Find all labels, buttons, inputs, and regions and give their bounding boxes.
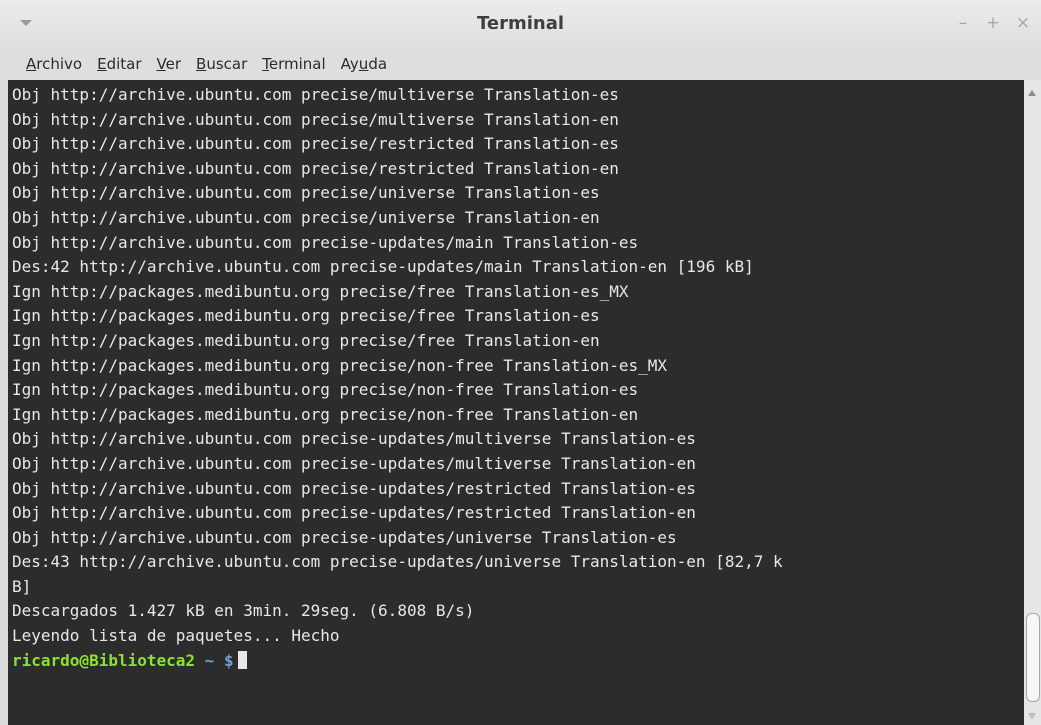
terminal-line: Obj http://archive.ubuntu.com precise-up… [12, 503, 696, 523]
text-cursor [237, 650, 247, 669]
menu-buscar[interactable]: Buscar [196, 55, 247, 73]
scroll-down-arrow-icon[interactable] [1028, 713, 1036, 719]
terminal-line: Obj http://archive.ubuntu.com precise-up… [12, 232, 639, 252]
terminal-line: Obj http://archive.ubuntu.com precise-up… [12, 527, 677, 547]
terminal-line: Ign http://packages.medibuntu.org precis… [12, 380, 639, 400]
window-title: Terminal [476, 13, 565, 34]
menu-terminal[interactable]: Terminal [262, 55, 325, 73]
terminal-output[interactable]: Obj http://archive.ubuntu.com precise/mu… [8, 80, 1024, 725]
title-bar[interactable]: Terminal – + × [0, 0, 1041, 50]
terminal-line: Des:43 http://archive.ubuntu.com precise… [12, 552, 783, 572]
terminal-lines: Obj http://archive.ubuntu.com precise/mu… [8, 80, 1024, 673]
menu-bar: Archivo Editar Ver Buscar Terminal Ayuda [0, 50, 1041, 78]
menu-ayuda[interactable]: Ayuda [341, 55, 387, 73]
terminal-line: Ign http://packages.medibuntu.org precis… [12, 281, 629, 301]
terminal-line: Obj http://archive.ubuntu.com precise/re… [12, 134, 619, 154]
prompt-user-host: ricardo@Biblioteca2 [12, 650, 196, 670]
scrollbar-thumb[interactable] [1026, 613, 1040, 702]
terminal-line: Obj http://archive.ubuntu.com precise/re… [12, 158, 619, 178]
terminal-line: Leyendo lista de paquetes... Hecho [12, 626, 340, 646]
terminal-line: Obj http://archive.ubuntu.com precise-up… [12, 453, 696, 473]
terminal-line: Ign http://packages.medibuntu.org precis… [12, 355, 668, 375]
terminal-line: Des:42 http://archive.ubuntu.com precise… [12, 257, 754, 277]
terminal-line: Obj http://archive.ubuntu.com precise/un… [12, 207, 600, 227]
menu-editar[interactable]: Editar [97, 55, 141, 73]
menu-archivo[interactable]: Archivo [26, 55, 82, 73]
terminal-line: Obj http://archive.ubuntu.com precise/mu… [12, 109, 619, 129]
terminal-line: Obj http://archive.ubuntu.com precise-up… [12, 478, 696, 498]
prompt-line[interactable]: ricardo@Biblioteca2 ~ $ [12, 649, 1024, 674]
terminal-line: Ign http://packages.medibuntu.org precis… [12, 330, 600, 350]
terminal-window: Terminal – + × Archivo Editar Ver Buscar… [0, 0, 1041, 725]
maximize-button[interactable]: + [985, 13, 1001, 33]
terminal-line: B] [12, 576, 32, 596]
terminal-line: Descargados 1.427 kB en 3min. 29seg. (6.… [12, 601, 475, 621]
close-button[interactable]: × [1015, 13, 1031, 33]
terminal-line: Obj http://archive.ubuntu.com precise/mu… [12, 85, 619, 104]
terminal-line: Ign http://packages.medibuntu.org precis… [12, 306, 600, 326]
terminal-line: Obj http://archive.ubuntu.com precise-up… [12, 429, 696, 449]
vertical-scrollbar[interactable] [1024, 80, 1041, 725]
minimize-button[interactable]: – [955, 13, 971, 33]
prompt-symbol: $ [223, 650, 234, 670]
terminal-line: Obj http://archive.ubuntu.com precise/un… [12, 183, 600, 203]
scroll-up-arrow-icon[interactable] [1028, 90, 1036, 96]
menu-ver[interactable]: Ver [157, 55, 182, 73]
terminal-line: Ign http://packages.medibuntu.org precis… [12, 404, 639, 424]
prompt-path: ~ [204, 650, 215, 670]
window-controls: – + × [955, 13, 1031, 33]
